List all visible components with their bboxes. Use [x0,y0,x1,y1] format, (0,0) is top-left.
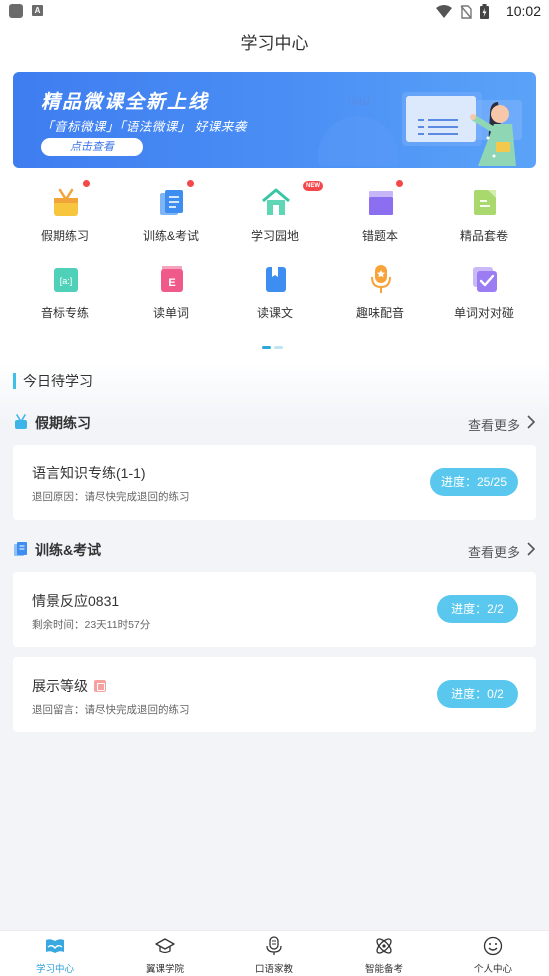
task-subtitle: 退回留言：请尽快完成退回的练习 [32,704,190,716]
grid-item-read-text[interactable]: 读课文 [225,257,325,325]
house-icon [262,188,290,215]
chevron-right-icon[interactable] [526,414,536,430]
tab-oral-tutor[interactable]: 口语家教 [219,931,329,976]
progress-pill[interactable]: 进度：0/2 [437,680,518,708]
task-card[interactable]: 语言知识专练(1-1) 退回原因：请尽快完成退回的练习 进度：25/25 [13,445,536,520]
notification-dot [187,180,194,187]
task-subtitle: 退回原因：请尽快完成退回的练习 [32,491,190,503]
page-title: 学习中心 [240,34,309,53]
microphone-icon [266,936,282,955]
battery-icon [480,4,489,19]
phonetic-icon: [a:] [54,268,78,292]
grid-item-holiday-practice[interactable]: 假期练习 [15,180,115,248]
test-paper-icon [474,190,496,215]
grid-item-label: 音标专练 [40,306,89,320]
mistakes-notebook-icon [369,191,393,215]
task-title-text: 展示等级 [32,678,88,694]
app-notification-icon [9,4,23,18]
notification-letter-icon: A [32,5,43,16]
pager-dot[interactable] [274,346,283,349]
progress-pill[interactable]: 进度：25/25 [430,468,518,496]
grid-item-label: 精品套卷 [459,229,508,243]
wifi-icon [436,4,452,18]
banner-title: 精品微课全新上线 [41,92,210,113]
notification-dot [396,180,403,187]
grid-item-read-words[interactable]: E 读单词 [121,257,221,325]
grid-item-study-garden[interactable]: NEW 学习园地 [225,180,325,248]
tab-label: 学习中心 [35,964,74,975]
tab-label: 智能备考 [364,964,403,975]
grid-item-fun-dubbing[interactable]: 趣味配音 [330,257,430,325]
read-text-icon [266,267,286,292]
training-book-icon [14,542,27,556]
word-match-icon [473,267,497,292]
task-card[interactable]: 情景反应0831 剩余时间：23天11时57分 进度：2/2 [13,572,536,647]
grid-item-label: 读课文 [256,306,293,320]
grid-item-label: 假期练习 [40,229,89,243]
grid-item-phonetics[interactable]: [a:] 音标专练 [15,257,115,325]
tab-smart-exam-prep[interactable]: 智能备考 [329,931,439,976]
new-badge: NEW [303,181,323,191]
grid-item-label: 错题本 [361,229,398,243]
grid-item-mistakes-notebook[interactable]: 错题本 [330,180,430,248]
section-title: 训练&考试 [35,542,102,558]
smiley-face-icon [483,936,503,956]
task-subtitle: 剩余时间：23天11时57分 [32,619,151,631]
book-open-icon [46,939,64,953]
tab-study-center[interactable]: 学习中心 [0,931,110,976]
progress-pill[interactable]: 进度：2/2 [437,595,518,623]
tab-label: 口语家教 [254,964,293,975]
grid-item-label: 学习园地 [250,229,299,243]
returned-tag-icon [94,680,106,692]
section-header-holiday: 假期练习 查看更多 [13,411,536,433]
status-time: 10:02 [505,3,541,19]
tab-yike-academy[interactable]: 翼课学院 [110,931,220,976]
chevron-right-icon[interactable] [526,541,536,557]
tab-personal-center[interactable]: 个人中心 [438,931,548,976]
grid-item-premium-papers[interactable]: 精品套卷 [434,180,534,248]
tab-label: 翼课学院 [145,964,184,975]
tab-label: 个人中心 [473,964,512,975]
read-words-icon: E [161,266,183,292]
holiday-bag-icon [15,414,27,429]
holiday-bag-icon [54,188,78,216]
no-sim-icon [460,4,472,19]
view-more-link[interactable]: 查看更多 [468,542,520,561]
svg-text:[a:]: [a:] [60,276,73,286]
atom-icon [376,938,392,954]
section-title: 假期练习 [35,415,91,431]
section-header-training: 训练&考试 查看更多 [13,538,536,560]
pager-dot-active [262,346,271,349]
training-book-icon [160,190,183,215]
task-title: 展示等级 [32,676,106,696]
grid-pager [262,346,283,349]
teacher-illustration [318,92,522,166]
view-more-link[interactable]: 查看更多 [468,415,520,434]
status-bar: A 10:02 [0,0,549,24]
grid-item-label: 读单词 [152,306,189,320]
grid-item-training-exam[interactable]: 训练&考试 [121,180,221,248]
grid-item-word-match[interactable]: 单词对对碰 [434,257,534,325]
task-card[interactable]: 展示等级 退回留言：请尽快完成退回的练习 进度：0/2 [13,657,536,732]
grid-item-label: 训练&考试 [142,229,199,243]
svg-text:E: E [168,277,175,289]
graduation-cap-icon [155,938,175,954]
grid-item-label: 趣味配音 [355,306,404,320]
task-title: 语言知识专练(1-1) [32,465,146,481]
banner-subtitle: 「音标微课」「语法微课」 好课来袭 [41,120,247,134]
notification-dot [83,180,90,187]
promo-banner[interactable]: 精品微课全新上线 「音标微课」「语法微课」 好课来袭 点击查看 /əʊ/ [13,72,536,168]
task-title: 情景反应0831 [32,593,120,609]
grid-item-label: 单词对对碰 [453,306,514,320]
today-section-title: 今日待学习 [13,373,93,389]
bottom-tab-bar: 学习中心 翼课学院 口语家教 智能备考 个人中心 [0,930,549,976]
banner-board-text: /əʊ/ [347,94,372,108]
microphone-icon [371,265,391,293]
banner-view-button[interactable]: 点击查看 [41,138,143,156]
